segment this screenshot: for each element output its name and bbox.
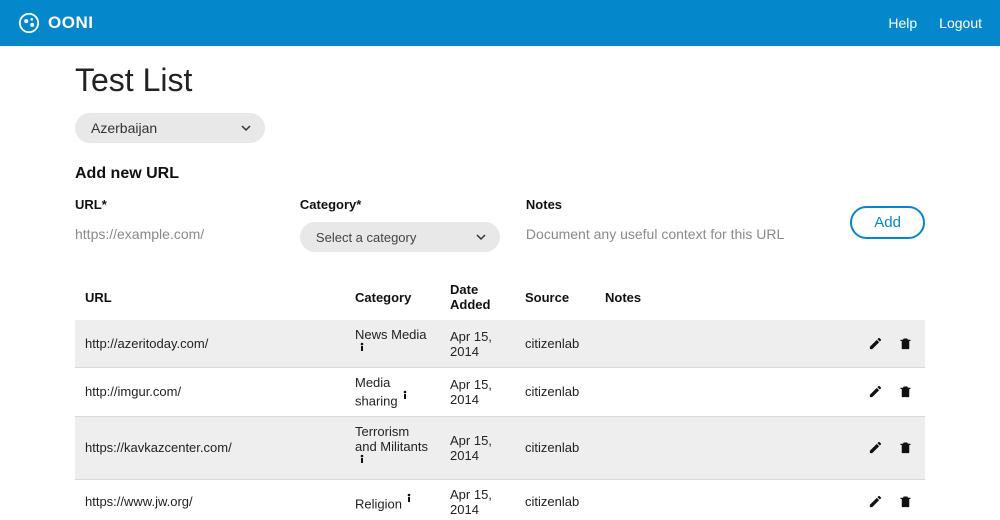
chevron-down-icon	[241, 123, 251, 133]
page-title: Test List	[75, 62, 925, 99]
table-row: http://imgur.com/ Media sharing Apr 15, …	[75, 368, 925, 416]
cell-date: Apr 15, 2014	[440, 479, 515, 520]
col-header-actions	[849, 274, 925, 320]
category-select-value: Select a category	[316, 230, 416, 245]
pencil-icon	[868, 384, 883, 399]
brand-logo-icon	[18, 12, 40, 34]
delete-button[interactable]	[895, 333, 915, 353]
cell-source: citizenlab	[515, 416, 595, 479]
cell-category: Religion	[345, 479, 440, 520]
edit-button[interactable]	[865, 333, 885, 353]
notes-label: Notes	[526, 197, 824, 212]
url-input[interactable]	[75, 222, 274, 247]
pencil-icon	[868, 440, 883, 455]
cell-url: http://azeritoday.com/	[75, 320, 345, 368]
cell-notes	[595, 368, 849, 416]
cell-source: citizenlab	[515, 368, 595, 416]
cell-notes	[595, 416, 849, 479]
col-header-date: Date Added	[440, 274, 515, 320]
country-select-value: Azerbaijan	[91, 120, 157, 136]
top-nav: OONI Help Logout	[0, 0, 1000, 46]
category-select[interactable]: Select a category	[300, 222, 500, 252]
url-table: URL Category Date Added Source Notes htt…	[75, 274, 925, 520]
cell-date: Apr 15, 2014	[440, 416, 515, 479]
trash-icon	[898, 440, 913, 455]
info-icon[interactable]	[357, 454, 367, 464]
pencil-icon	[868, 494, 883, 509]
delete-button[interactable]	[895, 492, 915, 512]
cell-date: Apr 15, 2014	[440, 368, 515, 416]
url-field-group: URL*	[75, 197, 274, 247]
trash-icon	[898, 384, 913, 399]
add-button[interactable]: Add	[850, 206, 925, 239]
add-url-form: URL* Category* Select a category Notes A…	[75, 197, 925, 252]
cell-category: News Media	[345, 320, 440, 368]
table-row: https://kavkazcenter.com/ Terrorism and …	[75, 416, 925, 479]
trash-icon	[898, 494, 913, 509]
delete-button[interactable]	[895, 382, 915, 402]
col-header-notes: Notes	[595, 274, 849, 320]
info-icon[interactable]	[357, 342, 367, 352]
edit-button[interactable]	[865, 492, 885, 512]
add-url-heading: Add new URL	[75, 165, 925, 183]
cell-url: https://kavkazcenter.com/	[75, 416, 345, 479]
cell-category: Terrorism and Militants	[345, 416, 440, 479]
trash-icon	[898, 336, 913, 351]
delete-button[interactable]	[895, 438, 915, 458]
cell-actions	[849, 479, 925, 520]
cell-notes	[595, 479, 849, 520]
table-row: http://azeritoday.com/ News Media Apr 15…	[75, 320, 925, 368]
cell-url: https://www.jw.org/	[75, 479, 345, 520]
logout-link[interactable]: Logout	[939, 15, 982, 31]
notes-field-group: Notes	[526, 197, 824, 246]
brand[interactable]: OONI	[18, 12, 93, 34]
cell-actions	[849, 416, 925, 479]
country-select[interactable]: Azerbaijan	[75, 113, 265, 143]
col-header-category: Category	[345, 274, 440, 320]
help-link[interactable]: Help	[888, 15, 917, 31]
cell-category: Media sharing	[345, 368, 440, 416]
notes-input[interactable]	[526, 222, 824, 246]
cell-actions	[849, 320, 925, 368]
info-icon[interactable]	[400, 390, 410, 400]
cell-notes	[595, 320, 849, 368]
main-content: Test List Azerbaijan Add new URL URL* Ca…	[0, 46, 1000, 520]
brand-name: OONI	[48, 13, 93, 33]
info-icon[interactable]	[404, 493, 414, 503]
cell-source: citizenlab	[515, 479, 595, 520]
url-label: URL*	[75, 197, 274, 212]
cell-date: Apr 15, 2014	[440, 320, 515, 368]
edit-button[interactable]	[865, 438, 885, 458]
category-field-group: Category* Select a category	[300, 197, 500, 252]
pencil-icon	[868, 336, 883, 351]
cell-url: http://imgur.com/	[75, 368, 345, 416]
table-row: https://www.jw.org/ Religion Apr 15, 201…	[75, 479, 925, 520]
col-header-url: URL	[75, 274, 345, 320]
edit-button[interactable]	[865, 382, 885, 402]
cell-actions	[849, 368, 925, 416]
col-header-source: Source	[515, 274, 595, 320]
cell-source: citizenlab	[515, 320, 595, 368]
category-label: Category*	[300, 197, 500, 212]
chevron-down-icon	[476, 232, 486, 242]
